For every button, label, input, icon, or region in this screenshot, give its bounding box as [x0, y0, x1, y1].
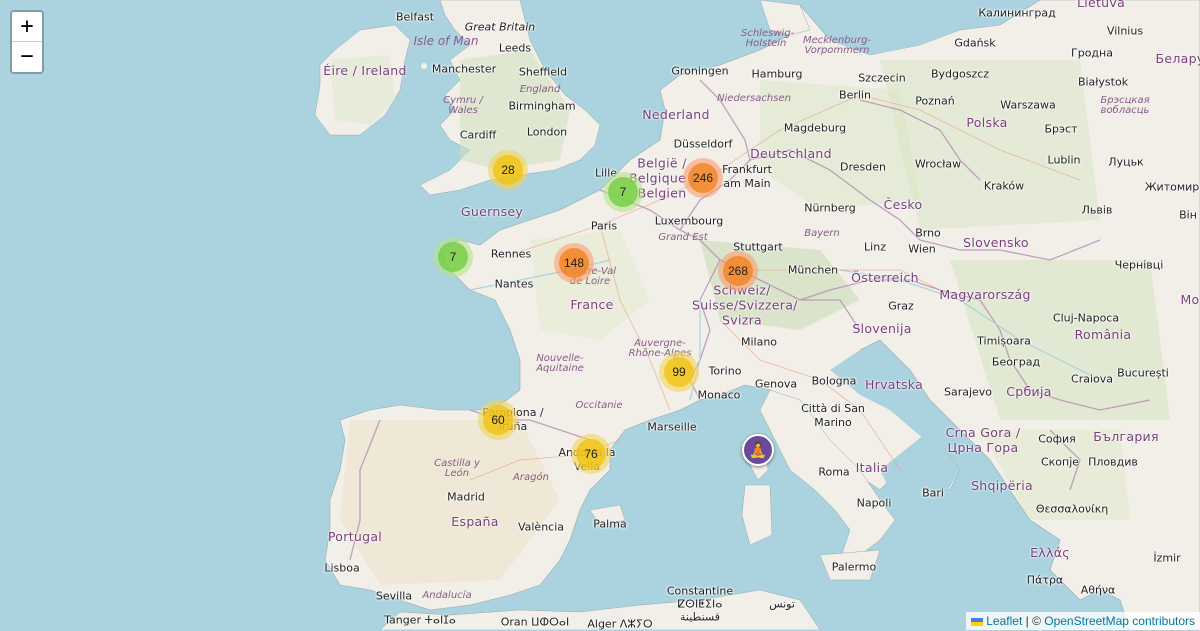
cluster-marker[interactable]: 60	[478, 400, 518, 440]
cluster-marker[interactable]: 7	[433, 237, 473, 277]
cluster-marker[interactable]: 99	[659, 352, 699, 392]
map-canvas[interactable]: Belfast Great Britain Isle of Man Leeds …	[0, 0, 1200, 630]
cluster-count: 99	[664, 357, 694, 387]
cluster-count: 76	[576, 439, 606, 469]
attribution: Leaflet | © OpenStreetMap contributors	[966, 612, 1200, 630]
zoom-in-button[interactable]: +	[12, 12, 42, 42]
cluster-count: 28	[493, 155, 523, 185]
map-basemap	[0, 0, 1200, 630]
zoom-control: + −	[10, 10, 44, 74]
cluster-marker[interactable]: 28	[488, 150, 528, 190]
zoom-out-button[interactable]: −	[12, 42, 42, 72]
cluster-count: 246	[688, 163, 718, 193]
ukraine-flag-icon	[971, 617, 984, 626]
cluster-count: 7	[608, 177, 638, 207]
cluster-marker[interactable]: 148	[554, 243, 594, 283]
cluster-marker[interactable]: 246	[683, 158, 723, 198]
leaflet-link[interactable]: Leaflet	[986, 614, 1022, 628]
osm-link[interactable]: OpenStreetMap contributors	[1044, 614, 1195, 628]
meditation-marker[interactable]: 🧘	[742, 434, 774, 466]
cluster-count: 268	[723, 256, 753, 286]
cluster-marker[interactable]: 268	[718, 251, 758, 291]
meditation-icon: 🧘	[748, 441, 768, 459]
cluster-count: 7	[438, 242, 468, 272]
cluster-count: 148	[559, 248, 589, 278]
cluster-marker[interactable]: 76	[571, 434, 611, 474]
attribution-separator: | ©	[1022, 614, 1045, 628]
cluster-count: 60	[483, 405, 513, 435]
cluster-marker[interactable]: 7	[603, 172, 643, 212]
